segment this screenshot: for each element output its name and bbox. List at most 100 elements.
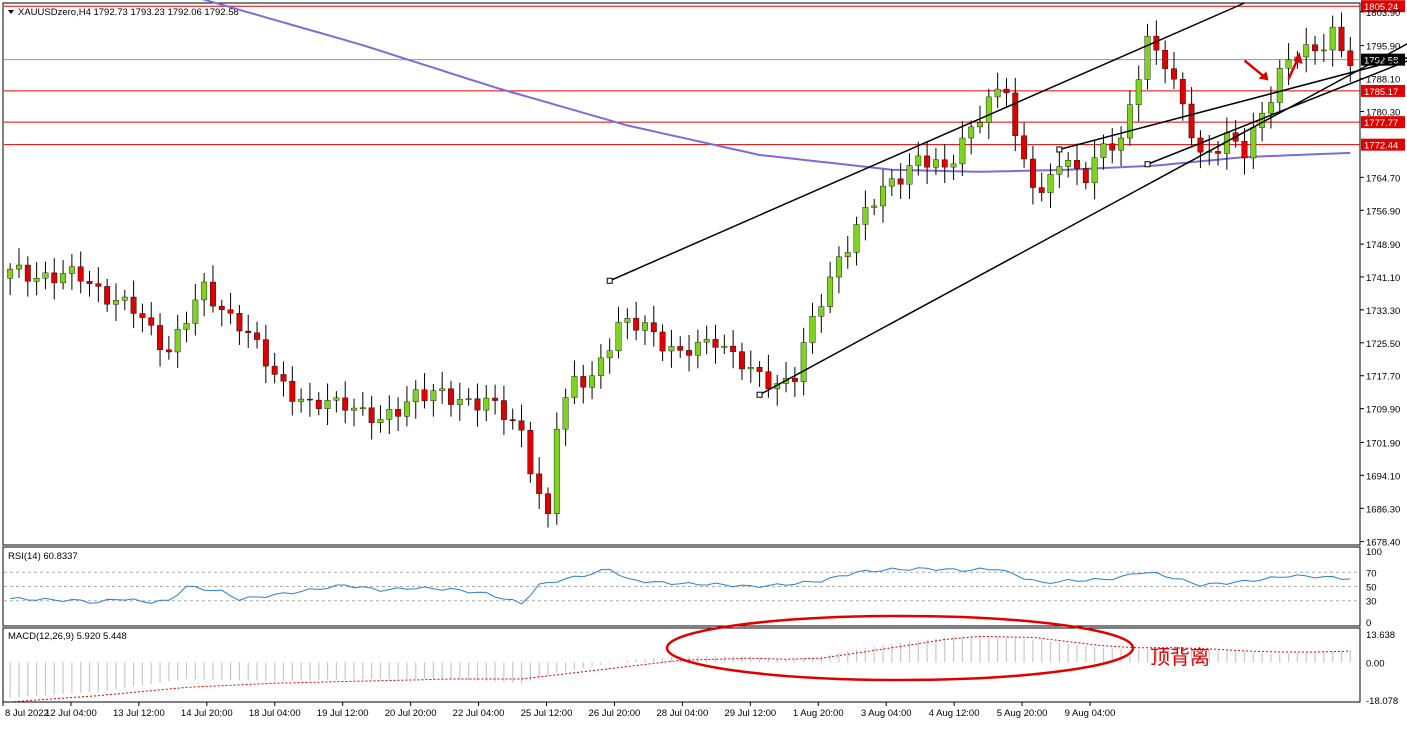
candle-up (1303, 44, 1310, 58)
moving-average-line (201, 0, 1351, 173)
candle-up (862, 207, 869, 225)
candle-down (1347, 50, 1354, 66)
candle-up (615, 322, 622, 351)
price-tick-label: 1741.10 (1366, 273, 1400, 284)
price-tick-label: 1803.90 (1366, 8, 1400, 19)
candle-down (368, 407, 375, 423)
candle-down (527, 430, 534, 475)
candle-up (1285, 59, 1292, 69)
candle-up (888, 178, 895, 187)
candle-down (1012, 92, 1019, 136)
macd-tick-label: -18.078 (1366, 696, 1398, 707)
candle-up (721, 345, 728, 348)
rsi-pane: 100 70 50 30 0 RSI(14) 60.8337 (2, 546, 1382, 629)
candle-down (157, 325, 163, 351)
candle-down (659, 331, 666, 352)
candle-up (977, 122, 983, 128)
candle-down (791, 377, 798, 382)
candle-up (553, 428, 560, 514)
candle-down (518, 420, 525, 431)
time-tick-label: 29 Jul 12:00 (724, 708, 776, 719)
candle-down (1241, 141, 1248, 159)
candle-up (16, 264, 22, 270)
candle-up (1268, 102, 1274, 114)
candle-up (571, 376, 578, 398)
price-frame (2, 2, 1361, 546)
rsi-tick-label: 30 (1366, 597, 1377, 608)
candle-down (712, 339, 719, 348)
candle-up (121, 296, 128, 301)
price-tick-label: 1780.30 (1366, 107, 1400, 118)
candle-down (1162, 49, 1169, 69)
caret-down-icon (8, 10, 14, 14)
time-tick-label: 28 Jul 04:00 (656, 708, 708, 719)
candle-up (113, 300, 119, 305)
candle-up (1259, 112, 1266, 128)
candle-down (474, 398, 481, 411)
trend-line (759, 43, 1407, 396)
time-tick-label: 19 Jul 12:00 (317, 708, 369, 719)
candle-up (880, 185, 886, 207)
candle-down (227, 309, 234, 314)
candle-up (959, 137, 966, 165)
symbol-title: XAUUSDzero,H4 1792.73 1793.23 1792.06 17… (18, 7, 239, 18)
candle-down (1179, 79, 1186, 105)
candle-down (139, 313, 146, 318)
price-tick-label: 1701.90 (1366, 438, 1400, 449)
candle-down (730, 345, 737, 352)
chart-window[interactable]: 1805.241785.171777.771772.441792.581803.… (0, 0, 1407, 725)
price-tick-label: 1788.10 (1366, 75, 1400, 86)
candle-up (836, 256, 842, 278)
candle-down (210, 281, 216, 307)
candle-up (906, 165, 913, 185)
candle-up (606, 350, 613, 359)
candle-down (500, 400, 507, 420)
candle-up (809, 316, 816, 343)
candle-down (1003, 88, 1010, 94)
candle-down (536, 473, 543, 494)
candle-up (950, 163, 957, 168)
candle-down (262, 339, 269, 367)
candle-up (1056, 166, 1063, 175)
price-tick-label: 1717.70 (1366, 372, 1400, 383)
price-tick-label: 1709.90 (1366, 405, 1400, 416)
candle-down (1215, 151, 1221, 154)
candle-down (254, 332, 260, 340)
candle-down (765, 371, 772, 390)
candle-up (465, 398, 472, 400)
candle-down (1338, 26, 1345, 52)
candle-down (897, 178, 904, 185)
candle-up (624, 318, 631, 323)
candle-down (739, 351, 745, 370)
price-pane: 1805.241785.171777.771772.441792.581803.… (2, 0, 1407, 549)
candle-down (289, 381, 296, 402)
candle-up (1091, 157, 1098, 184)
candle-down (941, 159, 948, 168)
candle-down (677, 346, 684, 351)
candle-down (1312, 44, 1318, 52)
candle-down (24, 264, 31, 282)
time-tick-label: 5 Aug 20:00 (997, 708, 1048, 719)
macd-tick-label: 13.638 (1366, 630, 1395, 641)
level-label: 1785.17 (1364, 87, 1398, 98)
candle-up (747, 367, 754, 370)
candle-up (483, 397, 490, 411)
rsi-line (10, 567, 1351, 605)
candle-up (800, 342, 807, 382)
price-tick-label: 1733.30 (1366, 306, 1400, 317)
candle-down (650, 322, 657, 333)
time-tick-label: 1 Aug 20:00 (793, 708, 844, 719)
time-tick-label: 12 Jul 04:00 (45, 708, 97, 719)
candle-up (1100, 143, 1107, 158)
time-tick-label: 8 Jul 2022 (5, 708, 49, 719)
candle-up (1320, 49, 1327, 52)
time-tick-label: 9 Aug 04:00 (1065, 708, 1116, 719)
rsi-tick-label: 0 (1366, 618, 1371, 629)
candle-down (245, 330, 252, 333)
candle-down (580, 376, 587, 388)
price-tick-label: 1764.70 (1366, 173, 1400, 184)
candle-down (104, 286, 111, 305)
candle-down (545, 493, 551, 514)
candle-up (844, 252, 851, 257)
trend-anchor (1144, 161, 1151, 168)
